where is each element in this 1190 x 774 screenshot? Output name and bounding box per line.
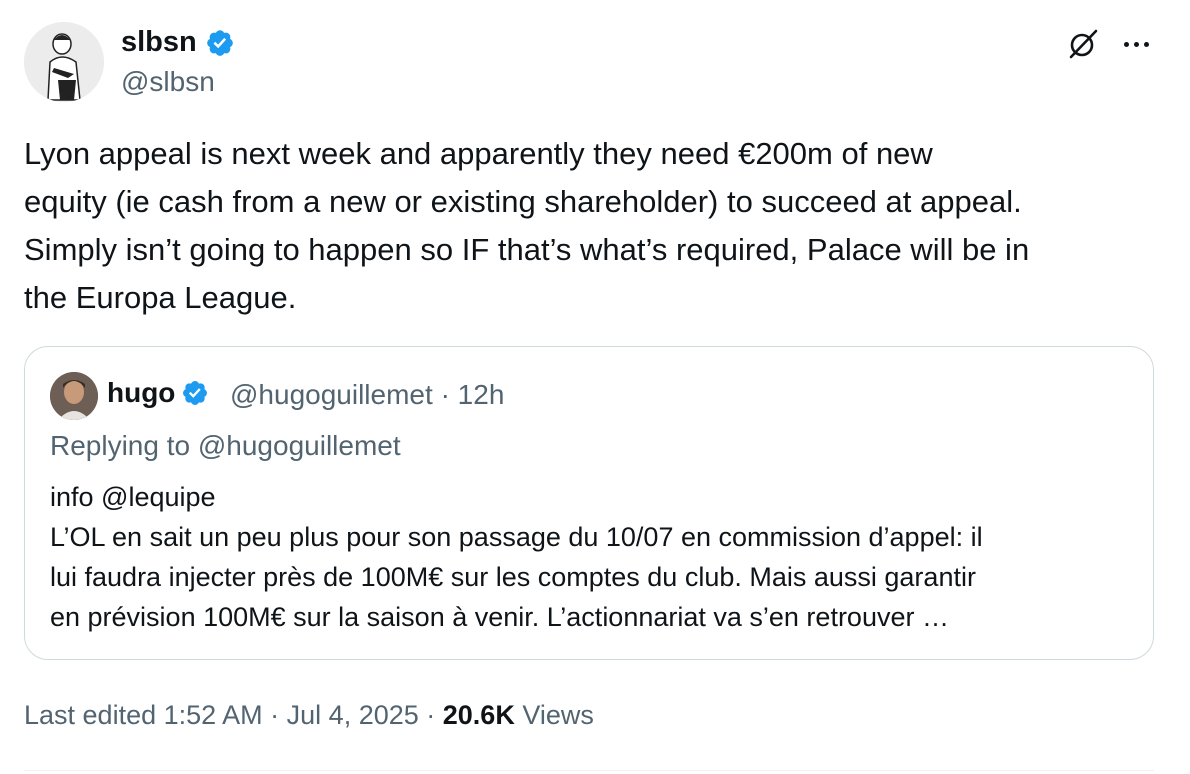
quote-timestamp[interactable]: 12h	[458, 379, 505, 410]
quote-author-avatar[interactable]	[50, 372, 98, 420]
quoted-tweet-card[interactable]: hugo @hugoguillemet · 12h Replying to @h…	[24, 346, 1154, 660]
tweet-footer: Last edited 1:52 AM · Jul 4, 2025 · 20.6…	[24, 700, 594, 731]
more-options-icon[interactable]	[1118, 32, 1154, 56]
verified-badge-icon	[206, 29, 233, 56]
quote-text: info @lequipe L’OL en sait un peu plus p…	[50, 482, 983, 632]
edited-timestamp[interactable]: Last edited 1:52 AM · Jul 4, 2025 ·	[24, 700, 443, 730]
quote-author-handle[interactable]: @hugoguillemet	[230, 379, 433, 410]
author-name[interactable]: slbsn	[121, 26, 235, 59]
meta-separator: ·	[440, 379, 450, 410]
views-label: Views	[514, 700, 594, 730]
quote-author-name-text[interactable]: hugo	[107, 377, 175, 409]
divider	[24, 770, 1154, 771]
author-name-text[interactable]: slbsn	[121, 26, 197, 59]
verified-badge-icon	[183, 381, 208, 405]
grok-icon[interactable]	[1065, 26, 1101, 62]
author-avatar[interactable]	[24, 22, 104, 102]
tweet-text: Lyon appeal is next week and apparently …	[24, 136, 1030, 315]
replying-to-label: Replying to @hugoguillemet	[50, 430, 401, 461]
views-count: 20.6K	[442, 700, 515, 730]
quote-meta: @hugoguillemet · 12h	[230, 379, 504, 411]
author-handle[interactable]: @slbsn	[121, 66, 215, 98]
quote-author-name[interactable]: hugo	[107, 377, 209, 409]
